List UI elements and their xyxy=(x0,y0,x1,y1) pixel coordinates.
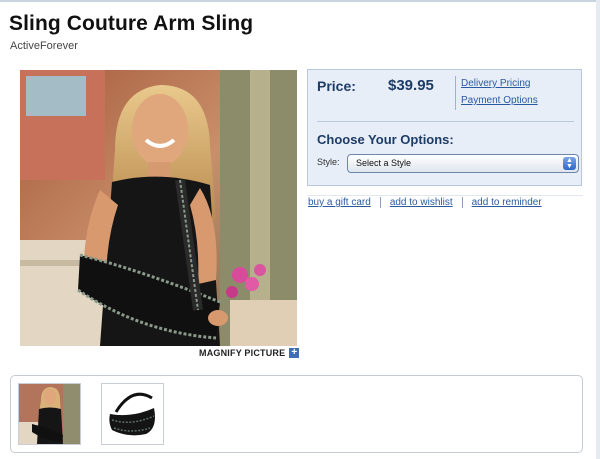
style-select-value: Select a Style xyxy=(356,158,412,168)
price-value: $39.95 xyxy=(388,77,434,94)
utility-links: buy a gift card add to wishlist add to r… xyxy=(308,197,582,208)
buy-gift-card-link[interactable]: buy a gift card xyxy=(308,197,371,208)
magnify-label: MAGNIFY PICTURE xyxy=(199,348,286,358)
price-options-box: Price: $39.95 Delivery Pricing Payment O… xyxy=(307,69,582,186)
add-to-wishlist-link[interactable]: add to wishlist xyxy=(390,197,453,208)
plus-icon[interactable]: + xyxy=(289,348,300,358)
divider xyxy=(461,197,463,208)
add-to-reminder-link[interactable]: add to reminder xyxy=(472,197,542,208)
divider xyxy=(317,121,574,122)
style-label: Style: xyxy=(317,157,340,167)
product-title: Sling Couture Arm Sling xyxy=(9,12,254,35)
thumbnail-strip xyxy=(10,375,583,453)
style-select[interactable]: Select a Style ▲ ▼ xyxy=(347,154,579,173)
payment-options-link[interactable]: Payment Options xyxy=(461,95,538,106)
thumbnail-model[interactable] xyxy=(18,383,81,445)
thumbnail-sling[interactable] xyxy=(101,383,164,445)
product-brand: ActiveForever xyxy=(10,40,78,52)
divider xyxy=(455,76,456,110)
delivery-pricing-link[interactable]: Delivery Pricing xyxy=(461,78,530,89)
product-main-image[interactable] xyxy=(20,70,297,346)
magnify-picture-link[interactable]: MAGNIFY PICTURE + xyxy=(199,348,300,358)
divider xyxy=(379,197,381,208)
select-arrows-icon: ▲ ▼ xyxy=(563,157,576,170)
top-border xyxy=(0,0,600,2)
right-border xyxy=(596,0,600,459)
divider xyxy=(307,195,583,196)
choose-options-heading: Choose Your Options: xyxy=(317,132,454,147)
price-label: Price: xyxy=(317,78,356,94)
